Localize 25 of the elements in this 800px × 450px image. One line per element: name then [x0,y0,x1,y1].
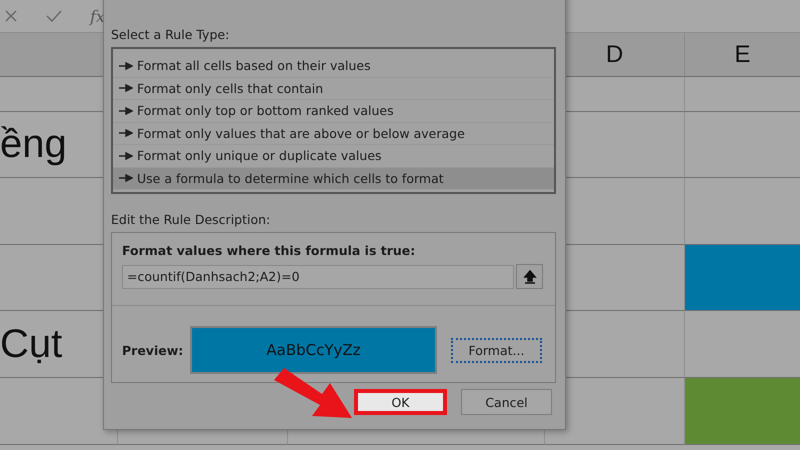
collapse-button[interactable] [516,264,543,289]
arrow-icon [119,129,133,138]
arrow-icon [119,62,133,70]
section-label: Select a Rule Type: [111,27,230,42]
preview-label: Preview: [122,342,184,358]
ok-button[interactable]: OK [354,389,447,415]
cancel-icon[interactable] [4,9,18,23]
rule-type-item[interactable]: Format only values that are above or below average [113,122,554,145]
preview-box: AaBbCcYyZz [190,326,437,374]
format-button[interactable]: Format... [451,338,542,362]
formula-field[interactable]: =countif(Danhsach2;A2)=0 [122,264,514,288]
section-label: Edit the Rule Description: [111,212,272,227]
formula-label: Format values where this formula is true: [122,243,416,258]
rule-type-item[interactable]: Use a formula to determine which cells to format [113,168,554,190]
rule-type-item[interactable]: Format all cells based on their values [113,55,554,78]
arrow-icon [119,84,133,92]
check-icon[interactable] [46,9,62,23]
arrow-icon [119,106,133,115]
column-header[interactable]: E [684,33,800,77]
cancel-button[interactable]: Cancel [461,389,552,415]
rule-type-item[interactable]: Format only top or bottom ranked values [113,100,554,122]
arrow-icon [119,174,133,182]
arrow-icon [119,152,133,160]
rule-type-item[interactable]: Format only cells that contain [113,78,554,100]
upload-arrow-icon [522,270,536,284]
